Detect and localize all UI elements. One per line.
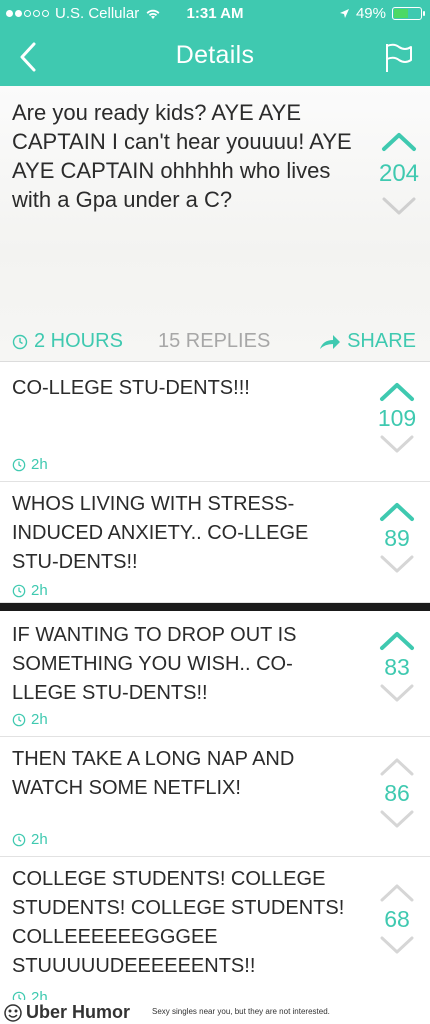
nav-bar: Details bbox=[0, 28, 430, 86]
battery-icon bbox=[392, 7, 425, 20]
brand-label: Uber Humor bbox=[26, 1002, 131, 1022]
flag-icon[interactable] bbox=[384, 42, 414, 74]
reply-item: THEN TAKE A LONG NAP AND WATCH SOME NETF… bbox=[0, 737, 430, 857]
reply-age: 2h bbox=[12, 711, 48, 728]
clock-icon bbox=[12, 713, 26, 726]
downvote-icon[interactable] bbox=[379, 434, 415, 456]
reply-age-label: 2h bbox=[31, 456, 48, 473]
reply-vote: 83 bbox=[374, 629, 420, 705]
upvote-icon[interactable] bbox=[379, 380, 415, 402]
reply-text: COLLEGE STUDENTS! COLLEGE STUDENTS! COLL… bbox=[12, 868, 345, 977]
reply-text: WHOS LIVING WITH STRESS-INDUCED ANXIETY.… bbox=[12, 493, 309, 573]
clock-icon bbox=[12, 584, 26, 597]
page-title: Details bbox=[175, 41, 255, 69]
top-bar: U.S. Cellular 1:31 AM 49% Details bbox=[0, 0, 430, 86]
share-button[interactable]: SHARE bbox=[319, 330, 416, 353]
reply-text: IF WANTING TO DROP OUT IS SOMETHING YOU … bbox=[12, 624, 297, 704]
vote-count: 89 bbox=[384, 525, 410, 551]
reply-item: COLLEGE STUDENTS! COLLEGE STUDENTS! COLL… bbox=[0, 857, 430, 1006]
downvote-icon[interactable] bbox=[381, 196, 417, 218]
reply-age: 2h bbox=[12, 456, 48, 473]
reply-vote: 109 bbox=[374, 380, 420, 456]
reply-age-label: 2h bbox=[31, 831, 48, 848]
battery-percent: 49% bbox=[355, 5, 386, 22]
vote-count: 83 bbox=[384, 654, 410, 680]
watermark-footer: Uber Humor Sexy singles near you, but th… bbox=[0, 1000, 430, 1024]
reply-vote: 86 bbox=[374, 755, 420, 831]
location-arrow-icon bbox=[339, 9, 349, 18]
upvote-icon[interactable] bbox=[379, 881, 415, 903]
screenshot-divider bbox=[0, 603, 430, 611]
share-label: SHARE bbox=[347, 330, 416, 352]
reply-age-label: 2h bbox=[31, 711, 48, 728]
downvote-icon[interactable] bbox=[379, 809, 415, 831]
reply-text: CO-LLEGE STU-DENTS!!! bbox=[12, 377, 250, 399]
reply-age-label: 2h bbox=[31, 582, 48, 599]
ad-text: Sexy singles near you, but they are not … bbox=[152, 1007, 330, 1016]
uber-humor-logo: Uber Humor bbox=[4, 1002, 130, 1023]
downvote-icon[interactable] bbox=[379, 683, 415, 705]
reply-age: 2h bbox=[12, 831, 48, 848]
reply-vote: 68 bbox=[374, 881, 420, 957]
downvote-icon[interactable] bbox=[379, 554, 415, 576]
vote-count: 86 bbox=[384, 780, 410, 806]
clock-icon bbox=[12, 833, 26, 846]
upvote-icon[interactable] bbox=[379, 755, 415, 777]
post-meta: 2 HOURS 15 REPLIES SHARE bbox=[12, 330, 418, 354]
upvote-icon[interactable] bbox=[379, 500, 415, 522]
status-right: 49% bbox=[339, 5, 425, 22]
reply-item: CO-LLEGE STU-DENTS!!! 109 2h bbox=[0, 362, 430, 482]
downvote-icon[interactable] bbox=[379, 935, 415, 957]
mascot-icon bbox=[4, 1003, 22, 1022]
reply-age: 2h bbox=[12, 582, 48, 599]
reply-text: THEN TAKE A LONG NAP AND WATCH SOME NETF… bbox=[12, 748, 295, 799]
reply-item: WHOS LIVING WITH STRESS-INDUCED ANXIETY.… bbox=[0, 482, 430, 603]
post-time-label: 2 HOURS bbox=[34, 330, 123, 352]
reply-item: IF WANTING TO DROP OUT IS SOMETHING YOU … bbox=[0, 611, 430, 737]
clock-icon bbox=[12, 334, 28, 349]
post-vote: 204 bbox=[376, 130, 422, 218]
main-post: Are you ready kids? AYE AYE CAPTAIN I ca… bbox=[0, 86, 430, 362]
vote-count: 204 bbox=[378, 160, 420, 187]
clock-icon bbox=[12, 458, 26, 471]
upvote-icon[interactable] bbox=[379, 629, 415, 651]
vote-count: 68 bbox=[384, 906, 410, 932]
replies-count: 15 REPLIES bbox=[158, 330, 271, 352]
post-time: 2 HOURS bbox=[12, 330, 123, 353]
share-arrow-icon bbox=[320, 334, 341, 349]
reply-vote: 89 bbox=[374, 500, 420, 576]
status-bar: U.S. Cellular 1:31 AM 49% bbox=[0, 0, 430, 28]
post-text: Are you ready kids? AYE AYE CAPTAIN I ca… bbox=[12, 100, 352, 212]
upvote-icon[interactable] bbox=[381, 130, 417, 152]
vote-count: 109 bbox=[377, 405, 417, 431]
